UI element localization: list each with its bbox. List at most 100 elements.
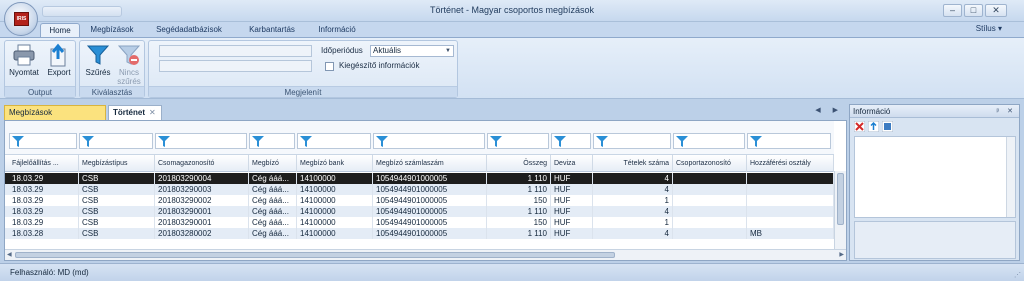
- tab-tortenet[interactable]: Történet ✕: [108, 105, 162, 120]
- extra-info-checkbox[interactable]: [325, 62, 334, 71]
- table-row[interactable]: 18.03.29 CSB 201803290002 Cég ááá... 1410000…: [5, 195, 834, 206]
- filter-row: [5, 121, 834, 155]
- pin-close-icons[interactable]: ᵖ ✕: [997, 105, 1016, 118]
- cell-currency: HUF: [551, 173, 593, 184]
- vertical-scrollbar[interactable]: [834, 171, 846, 250]
- resize-grip-icon[interactable]: ⋰: [1014, 271, 1021, 279]
- cell-group: [673, 195, 747, 206]
- tab-home[interactable]: Home: [40, 23, 80, 37]
- cell-group: [673, 206, 747, 217]
- column-header[interactable]: Fájlelőállítás ...: [9, 155, 79, 172]
- printer-icon: [13, 44, 35, 66]
- scroll-right-icon[interactable]: ▶: [839, 250, 844, 260]
- column-header[interactable]: Tételek száma: [593, 155, 673, 172]
- tab-informacio[interactable]: Információ: [310, 23, 364, 37]
- copy-info-icon[interactable]: [882, 121, 893, 132]
- cell-bank: 14100000: [297, 173, 373, 184]
- export-info-icon[interactable]: [868, 121, 879, 132]
- info-content-area[interactable]: [854, 136, 1016, 218]
- filter-cell[interactable]: [673, 133, 745, 149]
- column-header[interactable]: Megbízástípus: [79, 155, 155, 172]
- horizontal-scrollbar[interactable]: ◀ ▶: [5, 249, 846, 260]
- output-group: Nyomtat Export Output: [4, 40, 76, 98]
- scroll-thumb[interactable]: [15, 252, 615, 258]
- filter-cell[interactable]: [747, 133, 831, 149]
- selection-group: Szűrés Nincs szűrés Kiválasztás: [79, 40, 145, 98]
- filter-cell[interactable]: [297, 133, 371, 149]
- table-row[interactable]: 18.03.29 CSB 201803290001 Cég ááá... 1410000…: [5, 217, 834, 228]
- tab-karbantartas[interactable]: Karbantartás: [238, 23, 306, 37]
- cell-type: CSB: [79, 217, 155, 228]
- cell-items: 1: [593, 217, 673, 228]
- filter-cell[interactable]: [9, 133, 77, 149]
- cell-package: 201803280002: [155, 228, 249, 239]
- filter-cell[interactable]: [487, 133, 549, 149]
- cell-items: 4: [593, 184, 673, 195]
- table-row[interactable]: 18.03.29 CSB 201803290004 Cég ááá... 1410000…: [5, 173, 834, 184]
- ribbon-tab-row: Home Megbízások Segédadatbázisok Karbant…: [0, 22, 1024, 37]
- search-field-2[interactable]: [159, 60, 312, 72]
- filter-cell[interactable]: [79, 133, 153, 149]
- scroll-thumb[interactable]: [837, 173, 844, 225]
- app-logo-icon: IRIS: [14, 12, 29, 26]
- cell-client: Cég ááá...: [249, 217, 297, 228]
- table-row[interactable]: 18.03.28 CSB 201803280002 Cég ááá... 1410000…: [5, 228, 834, 239]
- info-scrollbar[interactable]: [1006, 137, 1015, 217]
- tab-segedadatbazisok[interactable]: Segédadatbázisok: [145, 23, 233, 37]
- cell-date: 18.03.29: [9, 195, 79, 206]
- filter-button[interactable]: Szűrés: [81, 43, 115, 85]
- cell-access: [747, 195, 834, 206]
- time-period-select[interactable]: Aktuális ▼: [370, 45, 454, 57]
- column-header[interactable]: Csomagazonosító: [155, 155, 249, 172]
- print-label: Nyomtat: [9, 68, 39, 77]
- cell-amount: 1 110: [487, 228, 551, 239]
- column-header[interactable]: Deviza: [551, 155, 593, 172]
- funnel-icon: [554, 136, 566, 147]
- column-header[interactable]: Hozzáférési osztály: [747, 155, 834, 172]
- tab-label: Történet: [113, 108, 145, 117]
- selection-group-label: Kiválasztás: [80, 86, 144, 97]
- cell-bank: 14100000: [297, 228, 373, 239]
- tab-megbizasok-szerkesztese[interactable]: Megbízások szerkesztése: [4, 105, 106, 130]
- minimize-button[interactable]: –: [943, 4, 962, 17]
- close-tab-icon[interactable]: ✕: [149, 108, 156, 117]
- filter-cell[interactable]: [593, 133, 671, 149]
- output-group-label: Output: [5, 86, 75, 97]
- filter-cell[interactable]: [155, 133, 247, 149]
- filter-cell[interactable]: [373, 133, 485, 149]
- window-title: Történet - Magyar csoportos megbízások: [429, 5, 595, 15]
- tab-megbizasok[interactable]: Megbízások: [82, 23, 142, 37]
- column-header[interactable]: Megbízó bank: [297, 155, 373, 172]
- scroll-left-icon[interactable]: ◀: [7, 250, 12, 260]
- cell-client: Cég ááá...: [249, 195, 297, 206]
- no-filter-button[interactable]: Nincs szűrés: [112, 43, 146, 86]
- funnel-icon: [12, 136, 24, 147]
- maximize-button[interactable]: □: [964, 4, 983, 17]
- filter-cell[interactable]: [551, 133, 591, 149]
- cell-type: CSB: [79, 195, 155, 206]
- cell-amount: 1 110: [487, 184, 551, 195]
- delete-icon[interactable]: [854, 121, 865, 132]
- cell-account: 1054944901000005: [373, 206, 487, 217]
- ribbon-panel: Nyomtat Export Output Szűrés Nincs szűré…: [0, 37, 1024, 99]
- table-row[interactable]: 18.03.29 CSB 201803290001 Cég ááá... 1410000…: [5, 206, 834, 217]
- tab-nav-arrows[interactable]: ◀ ▶: [815, 106, 843, 114]
- column-header[interactable]: Összeg: [487, 155, 551, 172]
- table-row[interactable]: 18.03.29 CSB 201803290003 Cég ááá... 1410000…: [5, 184, 834, 195]
- display-group: Időperiódus Aktuális ▼ Kiegészítő inform…: [148, 40, 458, 98]
- column-header[interactable]: Csoportazonosító: [673, 155, 747, 172]
- application-menu-button[interactable]: IRIS: [4, 2, 38, 36]
- funnel-icon: [490, 136, 502, 147]
- cell-bank: 14100000: [297, 184, 373, 195]
- grid-rows: 18.03.29 CSB 201803290004 Cég ááá... 1410000…: [5, 173, 834, 251]
- column-header[interactable]: Megbízó számlaszám: [373, 155, 487, 172]
- status-bar: Felhasználó: MD (md) ⋰: [0, 263, 1024, 281]
- filter-cell[interactable]: [249, 133, 295, 149]
- search-field-1[interactable]: [159, 45, 312, 57]
- export-button[interactable]: Export: [42, 43, 76, 85]
- close-window-button[interactable]: ✕: [985, 4, 1007, 17]
- chevron-down-icon: ▼: [445, 48, 451, 54]
- print-button[interactable]: Nyomtat: [7, 43, 41, 85]
- column-header[interactable]: Megbízó: [249, 155, 297, 172]
- style-menu[interactable]: Stílus ▾: [976, 24, 1002, 33]
